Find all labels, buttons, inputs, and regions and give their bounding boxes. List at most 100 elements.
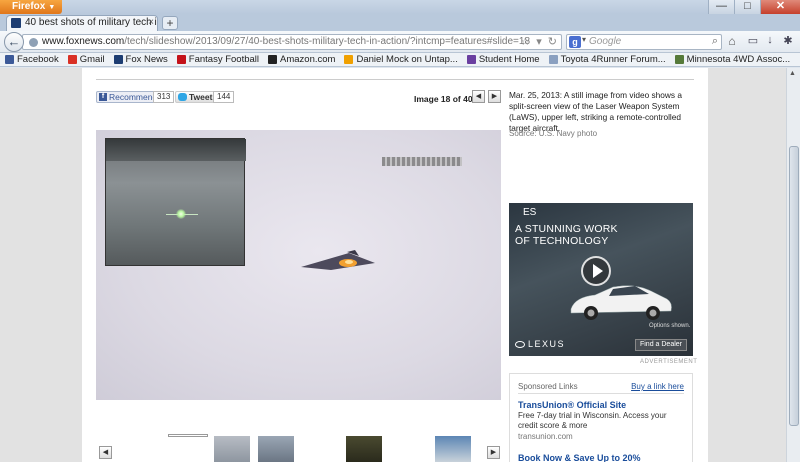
divider [96, 79, 694, 80]
bookmark-toyota-forum[interactable]: Toyota 4Runner Forum... [548, 54, 666, 65]
site-identity-icon[interactable] [29, 38, 38, 47]
home-icon[interactable]: ⌂ [724, 34, 740, 50]
minnesota-4wd-icon [674, 55, 684, 64]
back-arrow-icon: ← [7, 34, 21, 49]
espn-icon [176, 55, 186, 64]
title-bar: Firefox ▼ — □ ✕ [0, 0, 800, 14]
window-controls: — □ ✕ [708, 0, 800, 14]
dropdown-arrow-icon[interactable]: ▾ [536, 35, 542, 48]
close-window-button[interactable]: ✕ [760, 0, 800, 14]
slide-image[interactable] [96, 130, 501, 400]
chevron-down-icon[interactable]: ▾ [582, 35, 586, 44]
new-tab-button[interactable]: + [162, 16, 178, 30]
play-video-icon[interactable] [581, 256, 611, 286]
amazon-icon [268, 55, 278, 64]
foxnews-favicon-icon [11, 18, 21, 28]
twitter-bird-icon [178, 93, 187, 101]
next-slide-button[interactable]: ▶ [488, 90, 501, 103]
tab-close-icon[interactable]: × [148, 16, 154, 30]
lexus-logo: LEXUS [515, 339, 565, 349]
foxnews-icon [113, 55, 123, 64]
navigation-bar: www.foxnews.com/tech/slideshow/2013/09/2… [0, 31, 800, 53]
sponsored-link-title[interactable]: TransUnion® Official Site [518, 400, 626, 410]
previous-slide-button[interactable]: ◀ [472, 90, 485, 103]
maximize-button[interactable]: □ [734, 0, 760, 14]
find-dealer-button[interactable]: Find a Dealer [634, 339, 687, 351]
tab-title: 40 best shots of military tech in action… [25, 17, 157, 28]
bookmark-star-icon[interactable]: ☆ [520, 35, 530, 48]
sponsored-heading: Sponsored Links [518, 382, 578, 391]
untappd-icon [344, 55, 354, 64]
addon-icon[interactable]: ✱ [780, 34, 796, 50]
facebook-icon [5, 55, 14, 64]
advertisement-label: ADVERTISEMENT [640, 359, 698, 365]
search-engine-icon[interactable]: g [569, 36, 581, 48]
target-drone [301, 250, 375, 270]
download-icon[interactable]: ↓ [762, 34, 778, 50]
thumbnails-next-button[interactable]: ▶ [487, 446, 500, 459]
thumbnail[interactable] [214, 436, 250, 462]
thumbnail[interactable] [258, 436, 294, 462]
tweet-button[interactable]: Tweet [175, 91, 218, 103]
facebook-count: 313 [153, 91, 175, 103]
sponsored-link-title[interactable]: Book Now & Save Up to 20% [518, 453, 641, 462]
ad-fine-print: Options shown. [649, 323, 691, 329]
bookmark-fox-news[interactable]: Fox News [113, 54, 168, 65]
bookmark-student-home[interactable]: Student Home [466, 54, 540, 65]
thumbnails-prev-button[interactable]: ◀ [99, 446, 112, 459]
sponsored-links: Sponsored Links Buy a link here TransUni… [509, 373, 693, 462]
lexus-advertisement[interactable]: ES A STUNNING WORK OF TECHNOLOGY Options… [509, 203, 693, 356]
sponsored-link-description: Free 7-day trial in Wisconsin. Access yo… [518, 411, 667, 430]
thumbnail-strip: ◀ ▶ [96, 430, 501, 462]
thumbnail[interactable] [435, 436, 471, 462]
facebook-recommend-button[interactable]: f Recommend [96, 91, 162, 103]
bookmark-gmail[interactable]: Gmail [67, 54, 105, 65]
slideshow-page: f Recommend 313 Tweet 144 Image 18 of 40 … [82, 68, 708, 462]
thumbnail[interactable] [346, 436, 382, 462]
url-actions: ☆ ▾ ↻ [520, 35, 557, 48]
bookmark-daniel-mock[interactable]: Daniel Mock on Untap... [344, 54, 458, 65]
content-viewport: f Recommend 313 Tweet 144 Image 18 of 40 … [0, 68, 786, 462]
facebook-icon: f [99, 93, 107, 101]
tab-active[interactable]: 40 best shots of military tech in action… [6, 15, 158, 31]
search-placeholder[interactable]: Google [589, 36, 621, 47]
bookmark-facebook[interactable]: Facebook [5, 54, 59, 65]
photo-source: Source: U.S. Navy photo [509, 129, 598, 138]
bookmark-minnesota-4wd[interactable]: Minnesota 4WD Assoc... [674, 54, 790, 65]
buy-link[interactable]: Buy a link here [631, 382, 684, 391]
lexus-emblem-icon [515, 340, 525, 348]
car-image [570, 285, 672, 320]
image-counter: Image 18 of 40 [414, 94, 473, 104]
slide-caption: Mar. 25, 2013: A still image from video … [509, 90, 682, 133]
bookmark-fantasy-football[interactable]: Fantasy Football [176, 54, 259, 65]
bookmarks-menu-icon[interactable]: ▭ [744, 34, 762, 50]
ad-headline: A STUNNING WORK OF TECHNOLOGY [515, 223, 618, 247]
divider [518, 393, 684, 394]
back-button[interactable]: ← [4, 32, 24, 52]
tweet-count: 144 [213, 91, 235, 103]
inset-sky [106, 139, 246, 161]
reload-icon[interactable]: ↻ [548, 35, 557, 48]
minimize-button[interactable]: — [708, 0, 734, 14]
url-bar[interactable]: www.foxnews.com/tech/slideshow/2013/09/2… [22, 34, 562, 50]
bookmark-amazon[interactable]: Amazon.com [268, 54, 335, 65]
scrollbar-thumb[interactable] [789, 146, 799, 426]
ad-model-tag: ES [523, 207, 537, 218]
inset-image [105, 138, 246, 266]
vertical-scrollbar[interactable]: ▲ [786, 68, 800, 462]
tab-strip: 40 best shots of military tech in action… [0, 14, 800, 31]
url-text[interactable]: www.foxnews.com/tech/slideshow/2013/09/2… [42, 36, 530, 47]
thumbnail-active-indicator [168, 434, 208, 437]
search-bar[interactable]: g ▾ Google ⌕ [566, 34, 722, 50]
search-icon[interactable]: ⌕ [712, 35, 718, 48]
laser-flash [176, 209, 186, 219]
chevron-left-icon: ◀ [102, 449, 109, 456]
firefox-menu-button[interactable]: Firefox ▼ [0, 0, 62, 14]
bookmarks-toolbar: Facebook Gmail Fox News Fantasy Football… [0, 53, 800, 67]
chevron-down-icon: ▼ [48, 4, 56, 11]
gmail-icon [67, 55, 77, 64]
student-home-icon [466, 55, 476, 64]
chevron-right-icon: ▶ [491, 93, 498, 100]
scroll-up-icon[interactable]: ▲ [789, 70, 796, 77]
sponsored-link-url[interactable]: transunion.com [518, 432, 573, 441]
